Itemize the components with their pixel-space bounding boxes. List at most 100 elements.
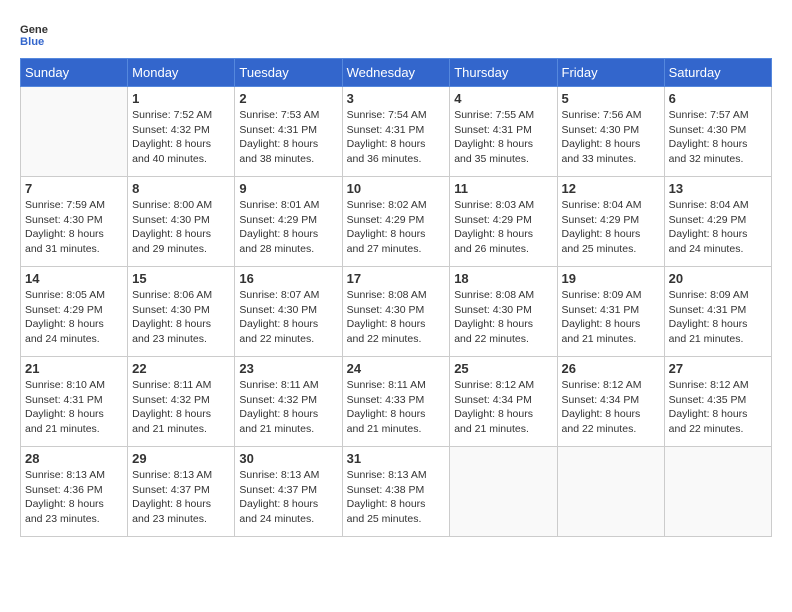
calendar-cell: 5 Sunrise: 7:56 AM Sunset: 4:30 PM Daylig… [557,87,664,177]
weekday-header-monday: Monday [128,59,235,87]
calendar-cell [664,447,771,537]
calendar-cell: 24 Sunrise: 8:11 AM Sunset: 4:33 PM Dayli… [342,357,450,447]
calendar-cell: 23 Sunrise: 8:11 AM Sunset: 4:32 PM Dayli… [235,357,342,447]
calendar-cell: 11 Sunrise: 8:03 AM Sunset: 4:29 PM Dayli… [450,177,557,267]
day-info: Sunrise: 8:13 AM Sunset: 4:37 PM Dayligh… [239,468,337,527]
day-number: 1 [132,91,230,106]
day-info: Sunrise: 7:59 AM Sunset: 4:30 PM Dayligh… [25,198,123,257]
calendar-cell: 3 Sunrise: 7:54 AM Sunset: 4:31 PM Daylig… [342,87,450,177]
day-number: 27 [669,361,767,376]
calendar-cell [557,447,664,537]
calendar-cell: 28 Sunrise: 8:13 AM Sunset: 4:36 PM Dayli… [21,447,128,537]
logo-icon: General Blue [20,20,48,48]
day-info: Sunrise: 8:08 AM Sunset: 4:30 PM Dayligh… [454,288,552,347]
day-number: 8 [132,181,230,196]
day-info: Sunrise: 8:04 AM Sunset: 4:29 PM Dayligh… [669,198,767,257]
day-number: 16 [239,271,337,286]
day-info: Sunrise: 8:10 AM Sunset: 4:31 PM Dayligh… [25,378,123,437]
day-info: Sunrise: 8:09 AM Sunset: 4:31 PM Dayligh… [669,288,767,347]
day-number: 12 [562,181,660,196]
day-info: Sunrise: 8:11 AM Sunset: 4:32 PM Dayligh… [239,378,337,437]
calendar-cell: 17 Sunrise: 8:08 AM Sunset: 4:30 PM Dayli… [342,267,450,357]
weekday-header-wednesday: Wednesday [342,59,450,87]
day-number: 24 [347,361,446,376]
day-number: 10 [347,181,446,196]
calendar-cell: 29 Sunrise: 8:13 AM Sunset: 4:37 PM Dayli… [128,447,235,537]
calendar-cell: 16 Sunrise: 8:07 AM Sunset: 4:30 PM Dayli… [235,267,342,357]
page-header: General Blue [20,20,772,48]
day-number: 29 [132,451,230,466]
day-info: Sunrise: 8:11 AM Sunset: 4:32 PM Dayligh… [132,378,230,437]
calendar-cell: 12Sunrise: 8:04 AM Sunset: 4:29 PM Dayli… [557,177,664,267]
day-number: 14 [25,271,123,286]
day-info: Sunrise: 7:52 AM Sunset: 4:32 PM Dayligh… [132,108,230,167]
weekday-header-tuesday: Tuesday [235,59,342,87]
calendar-cell: 10 Sunrise: 8:02 AM Sunset: 4:29 PM Dayli… [342,177,450,267]
day-info: Sunrise: 8:11 AM Sunset: 4:33 PM Dayligh… [347,378,446,437]
day-number: 7 [25,181,123,196]
day-info: Sunrise: 8:03 AM Sunset: 4:29 PM Dayligh… [454,198,552,257]
svg-text:General: General [20,24,48,36]
calendar-cell: 7 Sunrise: 7:59 AM Sunset: 4:30 PM Daylig… [21,177,128,267]
day-info: Sunrise: 8:13 AM Sunset: 4:38 PM Dayligh… [347,468,446,527]
day-number: 19 [562,271,660,286]
day-number: 3 [347,91,446,106]
day-info: Sunrise: 8:07 AM Sunset: 4:30 PM Dayligh… [239,288,337,347]
calendar-cell: 22 Sunrise: 8:11 AM Sunset: 4:32 PM Dayli… [128,357,235,447]
week-row-2: 7 Sunrise: 7:59 AM Sunset: 4:30 PM Daylig… [21,177,772,267]
calendar-cell: 30Sunrise: 8:13 AM Sunset: 4:37 PM Dayli… [235,447,342,537]
calendar-cell: 14 Sunrise: 8:05 AM Sunset: 4:29 PM Dayli… [21,267,128,357]
svg-text:Blue: Blue [20,36,44,48]
day-number: 22 [132,361,230,376]
week-row-1: 1 Sunrise: 7:52 AM Sunset: 4:32 PM Daylig… [21,87,772,177]
calendar-table: SundayMondayTuesdayWednesdayThursdayFrid… [20,58,772,537]
calendar-cell: 13Sunrise: 8:04 AM Sunset: 4:29 PM Dayli… [664,177,771,267]
calendar-cell [21,87,128,177]
day-info: Sunrise: 8:05 AM Sunset: 4:29 PM Dayligh… [25,288,123,347]
logo: General Blue [20,20,50,48]
day-number: 23 [239,361,337,376]
calendar-cell: 19Sunrise: 8:09 AM Sunset: 4:31 PM Dayli… [557,267,664,357]
day-number: 17 [347,271,446,286]
day-number: 6 [669,91,767,106]
week-row-5: 28 Sunrise: 8:13 AM Sunset: 4:36 PM Dayli… [21,447,772,537]
day-info: Sunrise: 8:12 AM Sunset: 4:34 PM Dayligh… [562,378,660,437]
day-number: 28 [25,451,123,466]
day-info: Sunrise: 7:54 AM Sunset: 4:31 PM Dayligh… [347,108,446,167]
day-number: 9 [239,181,337,196]
calendar-cell: 2 Sunrise: 7:53 AM Sunset: 4:31 PM Daylig… [235,87,342,177]
day-info: Sunrise: 8:13 AM Sunset: 4:37 PM Dayligh… [132,468,230,527]
day-number: 25 [454,361,552,376]
day-number: 21 [25,361,123,376]
day-info: Sunrise: 7:55 AM Sunset: 4:31 PM Dayligh… [454,108,552,167]
day-number: 15 [132,271,230,286]
day-info: Sunrise: 8:02 AM Sunset: 4:29 PM Dayligh… [347,198,446,257]
day-info: Sunrise: 8:00 AM Sunset: 4:30 PM Dayligh… [132,198,230,257]
day-info: Sunrise: 8:13 AM Sunset: 4:36 PM Dayligh… [25,468,123,527]
calendar-cell: 20Sunrise: 8:09 AM Sunset: 4:31 PM Dayli… [664,267,771,357]
day-info: Sunrise: 7:56 AM Sunset: 4:30 PM Dayligh… [562,108,660,167]
day-number: 18 [454,271,552,286]
calendar-cell: 18 Sunrise: 8:08 AM Sunset: 4:30 PM Dayli… [450,267,557,357]
day-info: Sunrise: 8:12 AM Sunset: 4:35 PM Dayligh… [669,378,767,437]
week-row-4: 21 Sunrise: 8:10 AM Sunset: 4:31 PM Dayli… [21,357,772,447]
day-info: Sunrise: 8:08 AM Sunset: 4:30 PM Dayligh… [347,288,446,347]
calendar-cell: 15 Sunrise: 8:06 AM Sunset: 4:30 PM Dayli… [128,267,235,357]
calendar-cell: 21 Sunrise: 8:10 AM Sunset: 4:31 PM Dayli… [21,357,128,447]
weekday-header-thursday: Thursday [450,59,557,87]
week-row-3: 14 Sunrise: 8:05 AM Sunset: 4:29 PM Dayli… [21,267,772,357]
calendar-cell: 31Sunrise: 8:13 AM Sunset: 4:38 PM Dayli… [342,447,450,537]
calendar-cell: 25Sunrise: 8:12 AM Sunset: 4:34 PM Dayli… [450,357,557,447]
day-info: Sunrise: 8:01 AM Sunset: 4:29 PM Dayligh… [239,198,337,257]
calendar-cell: 9 Sunrise: 8:01 AM Sunset: 4:29 PM Daylig… [235,177,342,267]
day-info: Sunrise: 7:57 AM Sunset: 4:30 PM Dayligh… [669,108,767,167]
day-number: 26 [562,361,660,376]
day-number: 11 [454,181,552,196]
calendar-cell [450,447,557,537]
calendar-cell: 1 Sunrise: 7:52 AM Sunset: 4:32 PM Daylig… [128,87,235,177]
weekday-header-row: SundayMondayTuesdayWednesdayThursdayFrid… [21,59,772,87]
day-number: 2 [239,91,337,106]
day-info: Sunrise: 8:06 AM Sunset: 4:30 PM Dayligh… [132,288,230,347]
day-number: 5 [562,91,660,106]
day-info: Sunrise: 7:53 AM Sunset: 4:31 PM Dayligh… [239,108,337,167]
